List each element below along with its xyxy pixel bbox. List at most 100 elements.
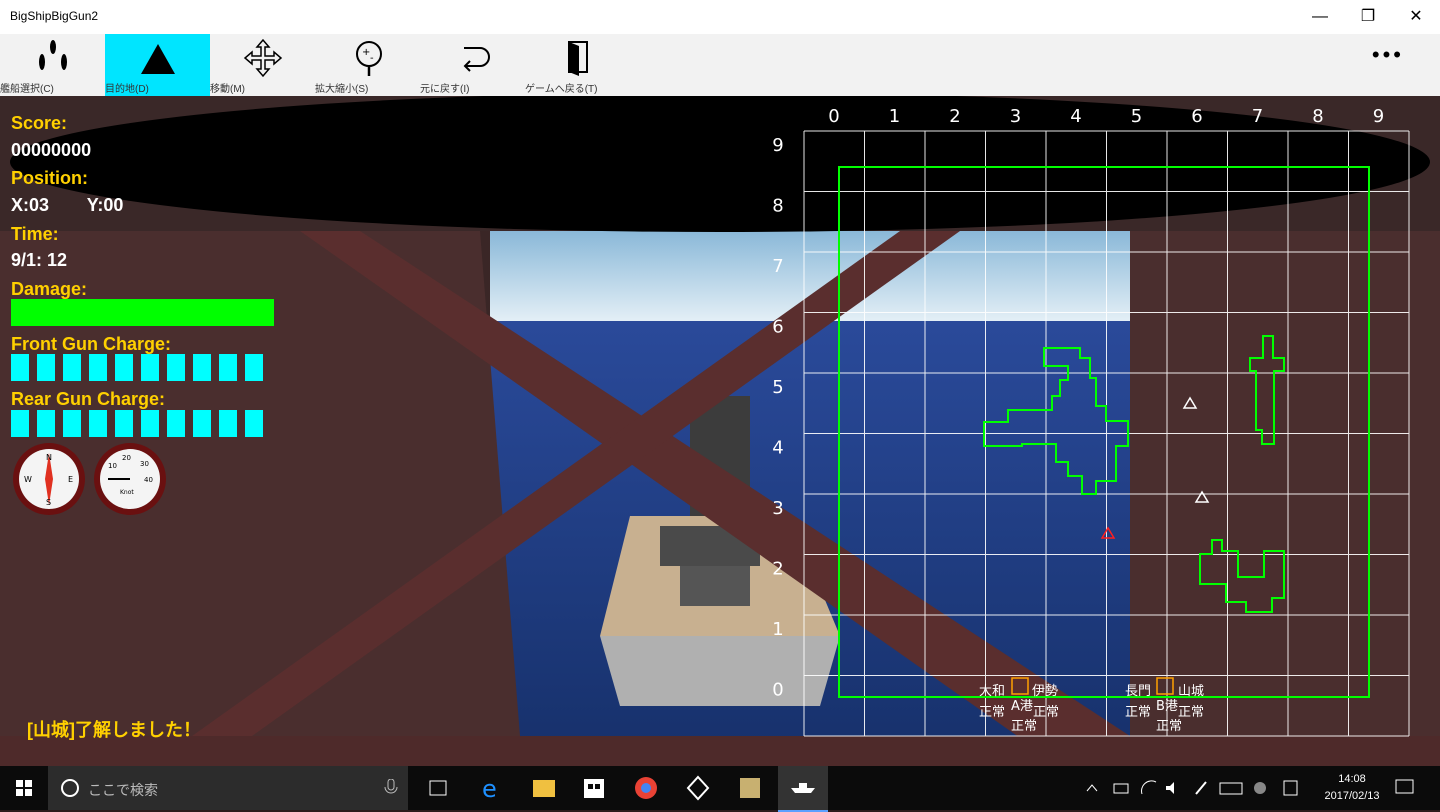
chrome-icon[interactable] (622, 772, 670, 804)
map-col-label: 4 (1070, 106, 1081, 127)
undo-label: 元に戻す(I) (420, 84, 470, 95)
battery-icon (1113, 783, 1129, 794)
map-row-label: 0 (772, 680, 783, 701)
search-placeholder: ここで検索 (88, 782, 158, 798)
keyboard-icon (1219, 782, 1243, 795)
rear-charge-segment (219, 410, 237, 437)
time-label: Time: (11, 224, 59, 244)
map-app-icon[interactable] (726, 772, 774, 804)
close-button[interactable]: ✕ (1392, 0, 1440, 34)
wifi-icon (1141, 780, 1157, 795)
task-view-icon[interactable] (414, 772, 462, 804)
port-b-icon (1156, 677, 1174, 695)
map-row-label: 7 (772, 256, 783, 277)
gauge-unit: Knot (120, 489, 134, 496)
zoom-label: 拡大縮小(S) (315, 84, 369, 95)
compass-icon: N W E S (13, 443, 85, 515)
map-col-label: 8 (1312, 106, 1323, 127)
score-value: 00000000 (11, 140, 92, 160)
tablet-icon (1283, 780, 1298, 796)
ship-app-icon (791, 783, 815, 793)
edge-icon[interactable]: e (468, 772, 516, 804)
taskbar: ここで検索 e 14:08 2017/02/13 (0, 766, 1440, 812)
windows-start-icon[interactable] (0, 772, 48, 804)
port-b-left-ship: 長門 (1125, 684, 1151, 699)
port-a-status-left: 正常 (979, 705, 1005, 720)
volume-icon (1166, 782, 1174, 794)
port-a: 大和 伊勢 正常 A港 正常 正常 (979, 677, 1059, 734)
port-a-status-right: 正常 (1033, 705, 1059, 720)
move-arrows-icon (243, 38, 283, 78)
map-col-label: 3 (1010, 106, 1021, 127)
rear-charge-segment (89, 410, 107, 437)
title-bar: BigShipBigGun2 — ❐ ✕ (0, 0, 1440, 34)
clock-date: 2017/02/13 (1324, 790, 1380, 802)
game-viewport[interactable]: Score: 00000000 Position: X:03 Y:00 Time… (0, 96, 1440, 766)
map-row-label: 2 (772, 559, 783, 580)
input-close-icon (1254, 782, 1266, 794)
file-explorer-icon[interactable] (520, 772, 568, 804)
zoom-icon: + - (356, 41, 382, 76)
back-to-game-button[interactable]: ゲームへ戻る(T) (525, 34, 630, 96)
port-a-name: A港 (1011, 699, 1033, 714)
front-gun-charge-bar (11, 354, 271, 381)
rear-gun-charge-label: Rear Gun Charge: (11, 389, 166, 409)
destination-button[interactable]: 目的地(D) (105, 34, 210, 96)
window-title: BigShipBigGun2 (10, 9, 99, 23)
port-b-name: B港 (1156, 699, 1178, 714)
more-icon[interactable]: ••• (1372, 42, 1404, 68)
zoom-button[interactable]: + - 拡大縮小(S) (315, 34, 420, 96)
map-boundary (838, 166, 1370, 698)
rear-charge-segment (115, 410, 133, 437)
ship-marker-1 (1182, 396, 1198, 409)
front-charge-segment (37, 354, 55, 381)
rear-charge-segment (63, 410, 81, 437)
port-a-icon (1011, 677, 1029, 695)
undo-button[interactable]: 元に戻す(I) (420, 34, 525, 96)
damage-bar (11, 299, 274, 326)
tactical-map[interactable]: 0123456789 9876543210 大和 伊勢 正常 A港 正常 正常 … (760, 96, 1430, 746)
front-charge-segment (219, 354, 237, 381)
move-label: 移動(M) (210, 84, 245, 95)
position-y: Y:00 (86, 195, 124, 215)
map-col-label: 6 (1191, 106, 1202, 127)
compass-e: E (68, 475, 73, 484)
compass-n: N (46, 453, 52, 462)
map-col-label: 9 (1373, 106, 1384, 127)
instrument-panel: N W E S 20 30 40 10 Knot (13, 443, 166, 515)
move-button[interactable]: 移動(M) (210, 34, 315, 96)
rear-charge-segment (11, 410, 29, 437)
svg-text:e: e (482, 775, 497, 803)
destination-label: 目的地(D) (105, 84, 149, 95)
status-message: [山城]了解しました！ (27, 720, 201, 740)
code-icon[interactable] (674, 772, 722, 804)
front-charge-segment (245, 354, 263, 381)
compass-s: S (46, 498, 51, 507)
port-a-right-ship: 伊勢 (1032, 684, 1058, 699)
port-b-right-ship: 山城 (1178, 684, 1204, 699)
bigshipbiggun-taskbar-item[interactable] (778, 766, 828, 812)
position-x: X:03 (11, 195, 50, 215)
ship-select-button[interactable]: 艦船選択(C) (0, 34, 105, 96)
port-a-left-ship: 大和 (979, 684, 1005, 699)
map-row-label: 9 (772, 135, 783, 156)
restore-button[interactable]: ❐ (1344, 0, 1392, 34)
map-row-label: 5 (772, 377, 783, 398)
front-charge-segment (89, 354, 107, 381)
destination-marker (1100, 526, 1116, 539)
store-icon[interactable] (570, 772, 618, 804)
microphone-icon[interactable] (384, 779, 398, 797)
back-to-game-label: ゲームへ戻る(T) (525, 84, 598, 95)
gauge-30: 30 (140, 460, 149, 468)
map-row-label: 1 (772, 619, 783, 640)
map-col-label: 7 (1252, 106, 1263, 127)
gauge-20: 20 (122, 454, 131, 462)
taskbar-search[interactable]: ここで検索 (48, 766, 408, 810)
score-label: Score: (11, 113, 68, 133)
action-center-icon[interactable] (1394, 777, 1416, 799)
position-readout: X:03 Y:00 (11, 195, 123, 216)
front-gun-charge-label: Front Gun Charge: (11, 334, 171, 354)
front-charge-segment (115, 354, 133, 381)
minimize-button[interactable]: — (1296, 0, 1344, 34)
clock[interactable]: 14:08 2017/02/13 (1312, 771, 1392, 805)
